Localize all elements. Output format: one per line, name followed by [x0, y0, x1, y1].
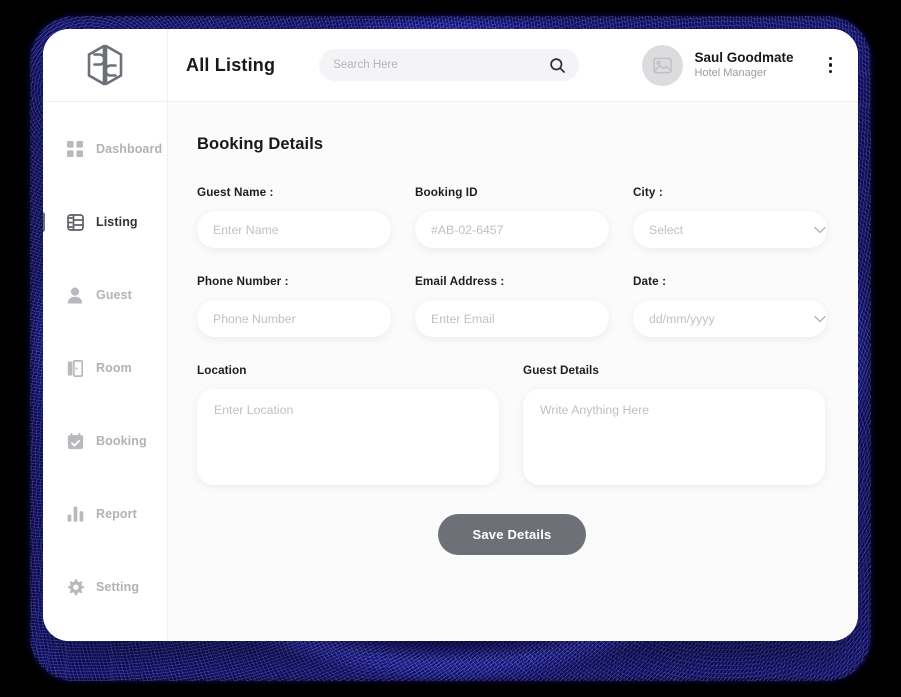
section-title: Booking Details — [197, 135, 324, 153]
kebab-dot — [828, 56, 832, 61]
form-row-3: Location Guest Details — [197, 364, 827, 485]
logo[interactable] — [43, 29, 167, 102]
guest-name-input-shell[interactable] — [197, 211, 391, 248]
field-email-address: Email Address : — [415, 275, 609, 337]
guest-details-textarea[interactable] — [540, 403, 808, 471]
sidebar-item-label: Report — [96, 507, 137, 521]
sidebar-item-listing[interactable]: Listing — [43, 205, 167, 239]
guest-details-textarea-shell[interactable] — [523, 389, 825, 485]
save-row: Save Details — [197, 514, 827, 555]
sidebar-item-guest[interactable]: Guest — [43, 278, 167, 312]
app-window: Dashboard Listing Guest Room Booking Rep… — [43, 29, 858, 641]
active-indicator — [43, 212, 45, 232]
sidebar-item-label: Setting — [96, 580, 140, 594]
email-address-input[interactable] — [431, 311, 593, 326]
chevron-down-icon[interactable] — [814, 315, 826, 323]
user-icon — [66, 286, 84, 304]
field-guest-name: Guest Name : — [197, 186, 391, 248]
door-icon — [66, 359, 84, 377]
sidebar-nav: Dashboard Listing Guest Room Booking Rep… — [43, 102, 167, 641]
kebab-dot — [828, 69, 832, 74]
sidebar-item-room[interactable]: Room — [43, 351, 167, 385]
form-row-1: Guest Name : Booking ID City : — [197, 186, 827, 248]
field-phone-number: Phone Number : — [197, 275, 391, 337]
field-label: Booking ID — [415, 186, 478, 199]
booking-id-input[interactable] — [431, 222, 593, 237]
bar-chart-icon — [66, 505, 84, 523]
sidebar-item-setting[interactable]: Setting — [43, 570, 167, 604]
field-guest-details: Guest Details — [523, 364, 825, 485]
field-label: Guest Name : — [197, 186, 274, 199]
list-table-icon — [66, 213, 84, 231]
sidebar-item-label: Room — [96, 361, 132, 375]
field-location: Location — [197, 364, 499, 485]
sidebar-item-booking[interactable]: Booking — [43, 424, 167, 458]
field-city: City : — [633, 186, 827, 248]
booking-id-input-shell[interactable] — [415, 211, 609, 248]
grid-icon — [66, 140, 84, 158]
search-input[interactable] — [333, 59, 551, 71]
search-icon[interactable] — [550, 57, 566, 73]
booking-form: Booking Details Guest Name : Booking ID — [168, 102, 858, 641]
location-textarea-shell[interactable] — [197, 389, 499, 485]
sidebar-item-report[interactable]: Report — [43, 497, 167, 531]
field-label: Date : — [633, 275, 667, 288]
avatar — [642, 44, 684, 86]
sidebar-item-label: Booking — [96, 434, 147, 448]
save-details-button[interactable]: Save Details — [438, 514, 586, 555]
field-label: Email Address : — [415, 275, 505, 288]
field-label: Location — [197, 364, 247, 377]
sidebar-item-dashboard[interactable]: Dashboard — [43, 132, 167, 166]
field-date: Date : — [633, 275, 827, 337]
chevron-down-icon[interactable] — [814, 226, 826, 234]
kebab-menu-icon[interactable] — [823, 53, 839, 78]
field-label: Guest Details — [523, 364, 599, 377]
profile-role: Hotel Manager — [694, 66, 767, 79]
calendar-check-icon — [66, 432, 84, 450]
page-title: All Listing — [186, 54, 276, 75]
search-box[interactable] — [319, 49, 580, 81]
date-input[interactable] — [649, 311, 808, 326]
field-booking-id: Booking ID — [415, 186, 609, 248]
location-textarea[interactable] — [214, 403, 482, 471]
topbar: All Listing Search Here Saul Goodmate Ho… — [168, 29, 858, 102]
sidebar-item-label: Dashboard — [96, 142, 163, 156]
phone-number-input-shell[interactable] — [197, 300, 391, 337]
gear-icon — [66, 578, 84, 596]
user-profile[interactable]: Saul Goodmate Hotel Manager — [642, 44, 839, 86]
form-row-2: Phone Number : Email Address : Date : — [197, 275, 827, 337]
guest-name-input[interactable] — [213, 222, 375, 237]
phone-number-input[interactable] — [213, 311, 375, 326]
kebab-dot — [828, 63, 832, 67]
city-select-shell[interactable] — [633, 211, 827, 248]
sidebar-item-label: Listing — [96, 215, 138, 229]
sidebar-item-label: Guest — [96, 288, 132, 302]
profile-name: Saul Goodmate — [694, 49, 794, 65]
profile-text: Saul Goodmate Hotel Manager — [694, 50, 793, 81]
city-select-input[interactable] — [649, 222, 808, 237]
screen: Dashboard Listing Guest Room Booking Rep… — [0, 0, 901, 697]
brand-hexagon-logo — [87, 44, 123, 86]
date-input-shell[interactable] — [633, 300, 827, 337]
sidebar: Dashboard Listing Guest Room Booking Rep… — [43, 29, 168, 641]
email-address-input-shell[interactable] — [415, 300, 609, 337]
field-label: Phone Number : — [197, 275, 289, 288]
field-label: City : — [633, 186, 663, 199]
main-area: All Listing Search Here Saul Goodmate Ho… — [168, 29, 858, 641]
